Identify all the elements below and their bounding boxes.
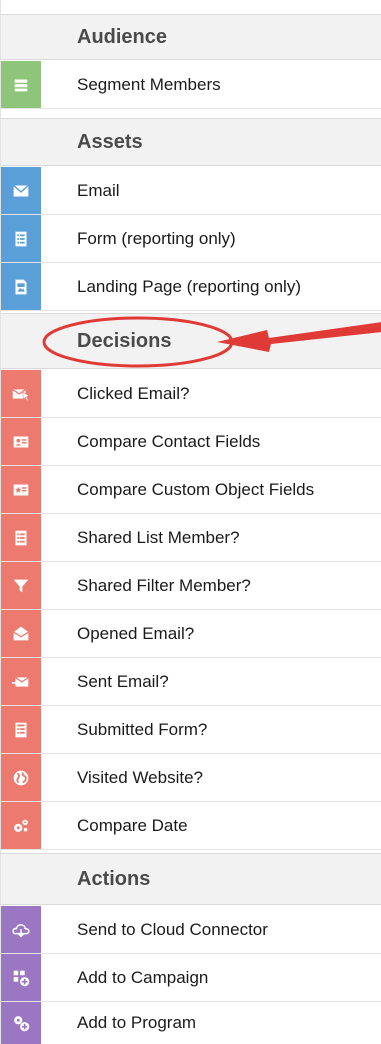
cloud-icon	[1, 906, 41, 953]
globe-icon	[1, 754, 41, 801]
section-header-audience: Audience	[1, 14, 381, 60]
filter-icon	[1, 562, 41, 609]
palette-item-label: Visited Website?	[77, 767, 203, 787]
palette-item-label: Add to Campaign	[77, 967, 209, 987]
palette-item-label: Landing Page (reporting only)	[77, 276, 301, 296]
palette-item-segment-members[interactable]: Segment Members	[1, 61, 381, 109]
palette-item-clicked-email[interactable]: Clicked Email?	[1, 370, 381, 418]
palette-item-send-to-cloud-connector[interactable]: Send to Cloud Connector	[1, 906, 381, 954]
palette-item-add-to-program[interactable]: Add to Program	[1, 1002, 381, 1044]
section-title-audience: Audience	[77, 25, 168, 48]
palette-item-compare-contact-fields[interactable]: Compare Contact Fields	[1, 418, 381, 466]
section-header-assets: Assets	[1, 118, 381, 166]
palette-item-visited-website[interactable]: Visited Website?	[1, 754, 381, 802]
palette-item-opened-email[interactable]: Opened Email?	[1, 610, 381, 658]
envelope-icon	[1, 167, 41, 214]
palette-item-label: Clicked Email?	[77, 383, 190, 403]
step-palette-panel: Audience Segment Members Assets Email Fo…	[0, 0, 381, 1044]
palette-item-compare-custom-object-fields[interactable]: Compare Custom Object Fields	[1, 466, 381, 514]
palette-item-compare-date[interactable]: Compare Date	[1, 802, 381, 850]
palette-item-landing-page[interactable]: Landing Page (reporting only)	[1, 263, 381, 311]
landing-page-icon	[1, 263, 41, 310]
palette-item-label: Opened Email?	[77, 623, 195, 643]
sent-email-icon	[1, 658, 41, 705]
palette-item-shared-filter-member[interactable]: Shared Filter Member?	[1, 562, 381, 610]
database-icon	[1, 61, 41, 108]
section-title-actions: Actions	[77, 867, 151, 890]
add-program-icon	[1, 1002, 41, 1044]
palette-item-label: Compare Date	[77, 815, 188, 835]
palette-item-label: Compare Contact Fields	[77, 431, 261, 451]
palette-item-label: Shared List Member?	[77, 527, 240, 547]
section-title-assets: Assets	[77, 130, 143, 153]
palette-item-shared-list-member[interactable]: Shared List Member?	[1, 514, 381, 562]
palette-item-label: Email	[77, 180, 120, 200]
palette-item-label: Submitted Form?	[77, 719, 208, 739]
clicked-email-icon	[1, 370, 41, 417]
palette-item-form[interactable]: Form (reporting only)	[1, 215, 381, 263]
palette-item-label: Send to Cloud Connector	[77, 919, 268, 939]
add-campaign-icon	[1, 954, 41, 1001]
custom-object-icon	[1, 466, 41, 513]
palette-item-label: Add to Program	[77, 1013, 197, 1032]
palette-item-label: Segment Members	[77, 74, 221, 94]
gears-icon	[1, 802, 41, 849]
section-header-decisions: Decisions	[1, 313, 381, 369]
palette-item-label: Shared Filter Member?	[77, 575, 251, 595]
palette-item-submitted-form[interactable]: Submitted Form?	[1, 706, 381, 754]
palette-item-sent-email[interactable]: Sent Email?	[1, 658, 381, 706]
form-icon	[1, 215, 41, 262]
section-title-decisions: Decisions	[77, 329, 172, 352]
contact-card-icon	[1, 418, 41, 465]
palette-item-label: Compare Custom Object Fields	[77, 479, 315, 499]
palette-item-email[interactable]: Email	[1, 167, 381, 215]
list-icon	[1, 514, 41, 561]
palette-item-add-to-campaign[interactable]: Add to Campaign	[1, 954, 381, 1002]
submitted-form-icon	[1, 706, 41, 753]
palette-item-label: Sent Email?	[77, 671, 169, 691]
opened-email-icon	[1, 610, 41, 657]
palette-item-label: Form (reporting only)	[77, 228, 236, 248]
section-header-actions: Actions	[1, 853, 381, 905]
